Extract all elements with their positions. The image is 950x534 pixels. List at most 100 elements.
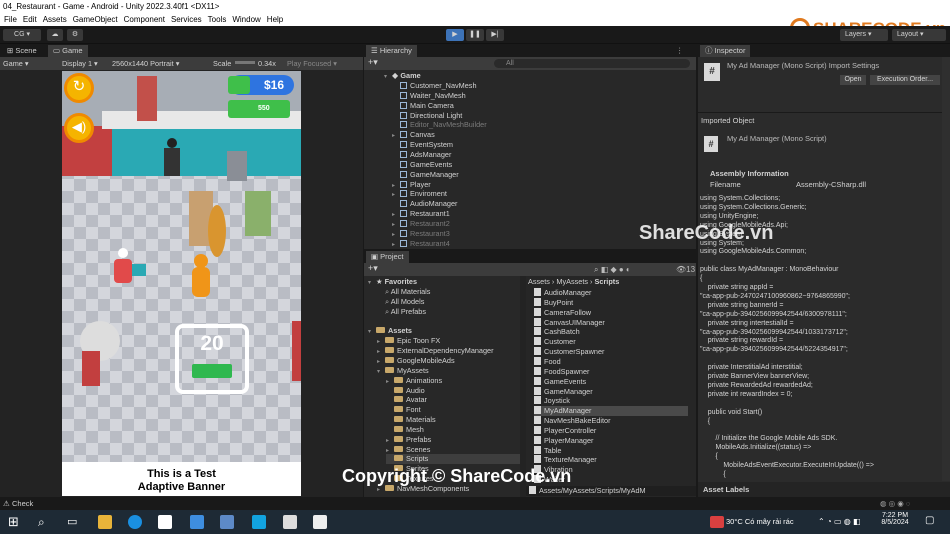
crumb-myassets[interactable]: MyAssets — [556, 277, 588, 286]
display-dropdown[interactable]: Display 1 ▾ — [62, 57, 98, 70]
project-breadcrumb[interactable]: Assets › MyAssets › Scripts — [526, 277, 619, 287]
test-ad-banner[interactable]: This is a Test Adaptive Banner — [62, 462, 301, 496]
search-icon[interactable]: ⌕ — [38, 515, 52, 529]
project-folder[interactable]: Audio — [386, 386, 520, 396]
hierarchy-item[interactable]: GameEvents — [392, 160, 452, 170]
menu-help[interactable]: Help — [267, 15, 283, 24]
menu-services[interactable]: Services — [171, 15, 202, 24]
fold-icon[interactable]: ▾ — [384, 72, 392, 82]
step-button[interactable]: ▶| — [486, 29, 504, 41]
hierarchy-item[interactable]: ▸ Player — [392, 180, 431, 190]
hierarchy-item[interactable]: Main Camera — [392, 101, 454, 111]
tab-game[interactable]: ▭ Game — [48, 45, 88, 57]
resolution-dropdown[interactable]: 2560x1440 Portrait ▾ — [112, 57, 179, 70]
script-file-item[interactable]: FoodSpawner — [534, 366, 688, 377]
script-file-item[interactable]: Joystick — [534, 396, 688, 406]
collab-icon[interactable]: ⚙ — [67, 29, 83, 41]
script-file-item[interactable]: CanvasUIManager — [534, 317, 688, 328]
tab-scene[interactable]: ⊞ Scene — [2, 45, 42, 57]
upgrade-button[interactable]: 550 — [228, 100, 290, 118]
script-file-item[interactable]: GameEvents — [534, 376, 688, 387]
add-icon[interactable]: +▾ — [368, 57, 378, 68]
menu-tools[interactable]: Tools — [208, 15, 227, 24]
notification-icon[interactable]: ▢ — [925, 515, 934, 526]
project-folder[interactable]: Avatar — [386, 395, 520, 405]
task-view-icon[interactable]: ▭ — [67, 515, 81, 529]
project-toolbar-icons[interactable]: ⌕ ◧ ◆ ● ◐ — [594, 265, 631, 275]
script-file-item[interactable]: MyAdManager — [534, 406, 688, 417]
hierarchy-item[interactable]: Directional Light — [392, 111, 462, 121]
assets-section[interactable]: ▾ Assets — [368, 326, 520, 336]
hierarchy-item[interactable]: ▸ Restaurant2 — [392, 219, 450, 229]
execution-order-button[interactable]: Execution Order... — [870, 75, 940, 85]
hierarchy-item[interactable]: EventSystem — [392, 140, 453, 150]
expand-arrow-icon[interactable]: ▾ — [377, 367, 385, 377]
hierarchy-item[interactable]: ▸ Restaurant3 — [392, 229, 450, 239]
script-file-item[interactable]: Food — [534, 356, 688, 367]
hierarchy-search-input[interactable]: All — [494, 59, 690, 68]
game-viewport[interactable]: ↻ ◀) $16 550 20 — [62, 71, 301, 496]
menu-window[interactable]: Window — [232, 15, 260, 24]
edge-icon[interactable] — [128, 515, 142, 529]
tab-project[interactable]: ▣ Project — [366, 251, 409, 263]
hierarchy-item[interactable]: ▸ Enviroment — [392, 189, 447, 199]
scale-slider[interactable] — [235, 61, 255, 64]
project-folder[interactable]: Materials — [386, 415, 520, 425]
hierarchy-item[interactable]: GameManager — [392, 170, 459, 180]
project-folder[interactable]: ▸ Animations — [386, 376, 520, 386]
account-dropdown[interactable]: CG ▾ — [3, 29, 41, 41]
restart-icon[interactable]: ↻ — [64, 73, 94, 103]
project-add-icon[interactable]: +▾ — [368, 263, 378, 274]
play-button[interactable]: ▶ — [446, 29, 464, 41]
tray-icons[interactable]: ⌃ ◔ ▭ ◍ ◧ — [818, 517, 861, 526]
script-file-item[interactable]: Table — [534, 445, 688, 456]
script-file-item[interactable]: AudioManager — [534, 288, 688, 298]
inspector-scrollbar[interactable] — [942, 57, 950, 481]
favorite-item[interactable]: ⌕ All Models — [377, 297, 520, 307]
chrome-icon[interactable] — [158, 515, 172, 529]
project-folder[interactable]: ▸ Scenes — [386, 445, 520, 455]
menu-gameobject[interactable]: GameObject — [73, 15, 118, 24]
script-file-item[interactable]: CashBatch — [534, 327, 688, 337]
unity-editor-icon[interactable] — [313, 515, 327, 529]
skype-icon[interactable] — [252, 515, 266, 529]
favorite-item[interactable]: ⌕ All Materials — [377, 287, 520, 297]
hierarchy-item[interactable]: Waiter_NavMesh — [392, 91, 466, 101]
script-file-item[interactable]: PlayerController — [534, 425, 688, 436]
hierarchy-item[interactable]: Editor_NavMeshBuilder — [392, 120, 487, 130]
hierarchy-item[interactable]: ▸ Restaurant1 — [392, 209, 450, 219]
script-file-item[interactable]: Customer — [534, 337, 688, 347]
project-folder[interactable]: ▸ ExternalDependencyManager — [377, 346, 520, 356]
script-file-item[interactable]: CustomerSpawner — [534, 347, 688, 357]
weather-text[interactable]: 30°C Có mây rải rác — [726, 517, 794, 526]
status-message[interactable]: Check — [12, 497, 33, 510]
hierarchy-item[interactable]: ▸ Canvas — [392, 130, 435, 140]
project-folder[interactable]: Scripts — [386, 454, 520, 465]
expand-arrow-icon[interactable]: ▾ — [368, 278, 376, 288]
layout-dropdown[interactable]: Layout ▾ — [892, 29, 946, 41]
crumb-scripts[interactable]: Scripts — [595, 277, 620, 286]
hierarchy-item[interactable]: AdsManager — [392, 150, 451, 160]
project-folder[interactable]: ▾ MyAssets — [377, 366, 520, 376]
windows-start-icon[interactable]: ⊞ — [8, 515, 22, 529]
menu-assets[interactable]: Assets — [43, 15, 67, 24]
favorites-section[interactable]: ▾ ★ Favorites — [368, 277, 520, 287]
cloud-icon[interactable]: ☁ — [47, 29, 63, 41]
menu-component[interactable]: Component — [124, 15, 165, 24]
project-folder[interactable]: ▸ GoogleMobileAds — [377, 356, 520, 366]
open-button[interactable]: Open — [840, 75, 866, 85]
script-file-item[interactable]: CameraFollow — [534, 307, 688, 318]
script-file-item[interactable]: GameManager — [534, 386, 688, 397]
file-explorer-icon[interactable] — [98, 515, 112, 529]
status-icons[interactable]: ◍ ◎ ◉ ◌ — [880, 497, 910, 510]
project-folder[interactable]: Font — [386, 405, 520, 415]
favorite-item[interactable]: ⌕ All Prefabs — [377, 307, 520, 317]
script-file-item[interactable]: TextureManager — [534, 455, 688, 465]
pause-button[interactable]: ❚❚ — [466, 29, 484, 41]
app-icon[interactable] — [220, 515, 234, 529]
hierarchy-item[interactable]: ▸ Restaurant4 — [392, 239, 450, 249]
store-icon[interactable] — [190, 515, 204, 529]
tab-hierarchy[interactable]: ☰ Hierarchy — [366, 45, 417, 57]
unity-hub-icon[interactable] — [283, 515, 297, 529]
sound-icon[interactable]: ◀) — [64, 113, 94, 143]
